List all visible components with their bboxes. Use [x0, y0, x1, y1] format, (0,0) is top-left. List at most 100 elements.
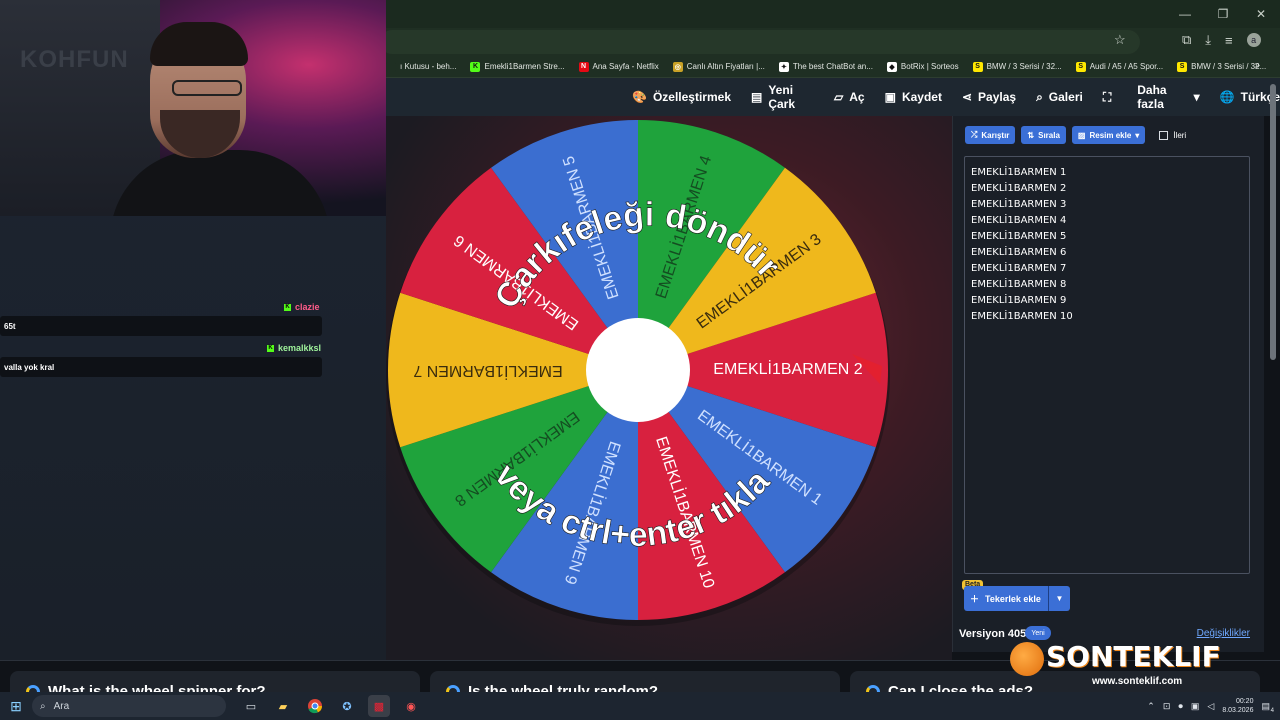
bookmark-item[interactable]: S BMW / 3 Serisi / 32... — [972, 61, 1062, 72]
version-new-badge: Yeni — [1025, 626, 1051, 640]
shuffle-icon: ⤮ — [971, 130, 978, 139]
chevron-down-icon: ▾ — [1193, 90, 1200, 104]
bookmark-label: Ana Sayfa - Netflix — [592, 62, 659, 71]
menu-item-daha-fazla[interactable]: Daha fazla ▾ — [1137, 83, 1199, 111]
microphone-icon[interactable]: ⏺ — [1178, 701, 1183, 712]
menu-item-galeri[interactable]: ⌕ Galeri — [1036, 90, 1083, 105]
system-tray: ⌃ ⊡ ⏺ ▣ ◁ 00:20 8.03.2026 ▤ 4 — [1147, 692, 1274, 720]
entries-panel: ⤮ Karıştır ⇅ Sırala ▨ Resim ekle ▾ İleri… — [952, 116, 1264, 652]
windows-taskbar: ⊞ ⌕ Ara ▭ ▰ ✪ ▩ ◉ ⌃ ⊡ ⏺ ▣ ◁ 00:20 8.03.2… — [0, 692, 1280, 720]
menu-item-yeni-çark[interactable]: ▤ Yeni Çark — [751, 83, 814, 111]
entries-textarea[interactable]: EMEKLİ1BARMEN 1 EMEKLİ1BARMEN 2 EMEKLİ1BAR… — [964, 156, 1250, 574]
search-icon: ⌕ — [40, 700, 46, 712]
taskbar-apps: ▭ ▰ ✪ ▩ ◉ — [240, 695, 422, 717]
start-button[interactable]: ⊞ — [0, 692, 32, 720]
save-icon: ▣ — [884, 90, 896, 104]
chat-username: K clazie — [284, 302, 320, 312]
folder-icon — [386, 61, 396, 72]
add-image-button[interactable]: ▨ Resim ekle ▾ — [1071, 126, 1146, 144]
extensions-icon[interactable]: ⧉ — [1182, 32, 1191, 48]
chat-message: valla yok kral — [0, 357, 322, 377]
globe-icon: 🌐 — [1219, 90, 1235, 104]
brand-url: www.sonteklif.com — [1092, 676, 1183, 687]
webcam-overlay: KOHFUN — [0, 0, 386, 216]
shuffle-button[interactable]: ⤮ Karıştır — [965, 126, 1016, 144]
notification-icon[interactable]: ▤ 4 — [1261, 701, 1274, 714]
kick-badge-icon: K — [284, 303, 291, 311]
app-icon[interactable]: ✪ — [336, 695, 358, 717]
menu-item-fullscreen[interactable]: ⛶ — [1103, 90, 1117, 105]
entry-line: EMEKLİ1BARMEN 6 — [971, 247, 1067, 258]
menu-item-label: Aç — [849, 90, 865, 104]
menu-item-label: Yeni Çark — [768, 83, 796, 111]
bookmark-label: Emekli1Barmen Stre... — [484, 62, 565, 71]
netflix-icon: N — [578, 61, 589, 72]
menu-item-kaydet[interactable]: ▣ Kaydet — [885, 90, 942, 104]
entries-toolbar: ⤮ Karıştır ⇅ Sırala ▨ Resim ekle ▾ İleri — [965, 126, 1186, 144]
browser-menu-icon[interactable]: ⋮ — [1275, 32, 1280, 48]
bookmark-item[interactable]: K Emekli1Barmen Stre... — [470, 61, 565, 72]
bookmarks-more-button[interactable]: » — [1254, 60, 1260, 71]
spin-wheel[interactable]: EMEKLİ1BARMEN 2EMEKLİ1BARMEN 1EMEKLİ1BAR… — [380, 112, 900, 632]
bookmark-star-icon[interactable]: ☆ — [1114, 32, 1126, 48]
usb-icon[interactable]: ⊡ — [1163, 701, 1171, 712]
streamer-glasses — [172, 80, 242, 96]
notification-count: 4 — [1270, 707, 1274, 714]
network-icon[interactable]: ▣ — [1191, 701, 1200, 712]
page-scrollbar[interactable] — [1270, 84, 1276, 360]
bookmark-item[interactable]: ✦ The best ChatBot an... — [778, 61, 873, 72]
task-view-icon[interactable]: ▭ — [240, 695, 262, 717]
menu-item-aç[interactable]: ▱ Aç — [834, 90, 865, 104]
palette-icon: 🎨 — [632, 90, 647, 104]
entry-line: EMEKLİ1BARMEN 5 — [971, 231, 1067, 242]
sort-button[interactable]: ⇅ Sırala — [1021, 126, 1066, 144]
entry-line: EMEKLİ1BARMEN 7 — [971, 263, 1067, 274]
file-explorer-icon[interactable]: ▰ — [272, 695, 294, 717]
menu-item-özelleştirmek[interactable]: 🎨 Özelleştirmek — [632, 90, 731, 104]
media-icon[interactable]: ≡ — [1225, 33, 1233, 48]
restore-button[interactable]: ❐ — [1204, 0, 1242, 28]
window-controls: — ❐ ✕ — [1166, 0, 1280, 28]
chrome-logo-icon — [308, 699, 322, 714]
menu-item-label: Galeri — [1048, 90, 1083, 104]
search-icon: ⌕ — [1036, 89, 1043, 104]
wheel-segment-label: EMEKLİ1BARMEN 7 — [413, 362, 562, 381]
chrome-icon[interactable] — [304, 695, 326, 717]
entry-line: EMEKLİ1BARMEN 2 — [971, 183, 1067, 194]
mascot-logo-icon — [1010, 642, 1044, 676]
fullscreen-icon: ⛶ — [1102, 89, 1112, 104]
changes-link[interactable]: Değişiklikler — [1197, 628, 1250, 639]
obs-icon[interactable]: ▩ — [368, 695, 390, 717]
wheel-hub[interactable] — [586, 318, 690, 422]
profile-avatar[interactable]: a — [1246, 33, 1261, 47]
url-input[interactable] — [380, 30, 1140, 54]
minimize-button[interactable]: — — [1166, 0, 1204, 28]
brand-name: SONTEKLIF — [1046, 640, 1221, 673]
bookmark-item[interactable]: ı Kutusu - beh... — [386, 61, 457, 72]
chevron-up-icon[interactable]: ⌃ — [1147, 701, 1155, 712]
bookmark-label: BMW / 3 Serisi / 32... — [986, 62, 1062, 71]
volume-icon[interactable]: ◁ — [1207, 701, 1214, 712]
advanced-checkbox[interactable]: İleri — [1159, 130, 1186, 140]
chat-username: K kemalkksl — [267, 343, 322, 353]
menu-item-paylaş[interactable]: ⋖ Paylaş — [962, 90, 1016, 104]
speedometer-icon[interactable]: ◉ — [400, 695, 422, 717]
checkbox-icon[interactable] — [1159, 130, 1169, 140]
bookmark-item[interactable]: ◆ BotRix | Sorteos — [886, 61, 959, 72]
clock[interactable]: 00:20 8.03.2026 — [1222, 697, 1253, 715]
bookmark-item[interactable]: ◎ Canlı Altın Fiyatları |... — [672, 61, 765, 72]
download-icon[interactable]: ⤓ — [1205, 32, 1211, 48]
add-wheel-dropdown[interactable]: ▼ — [1048, 586, 1070, 611]
taskbar-search[interactable]: ⌕ Ara — [32, 695, 226, 717]
menu-item-label: Özelleştirmek — [652, 90, 731, 104]
version-label: Versiyon 405 — [959, 628, 1027, 640]
botrix-icon: ◆ — [886, 61, 897, 72]
bookmark-item[interactable]: S BMW / 3 Serisi / 32... — [1177, 61, 1266, 72]
add-wheel-button[interactable]: ＋ Tekerlek ekle — [964, 586, 1048, 611]
bookmark-item[interactable]: N Ana Sayfa - Netflix — [578, 61, 659, 72]
bookmark-item[interactable]: S Audi / A5 / A5 Spor... — [1075, 61, 1163, 72]
bookmark-label: ı Kutusu - beh... — [400, 62, 457, 71]
add-wheel-control: ＋ Tekerlek ekle ▼ — [964, 586, 1070, 611]
entry-line: EMEKLİ1BARMEN 4 — [971, 215, 1067, 226]
close-window-button[interactable]: ✕ — [1242, 0, 1280, 28]
